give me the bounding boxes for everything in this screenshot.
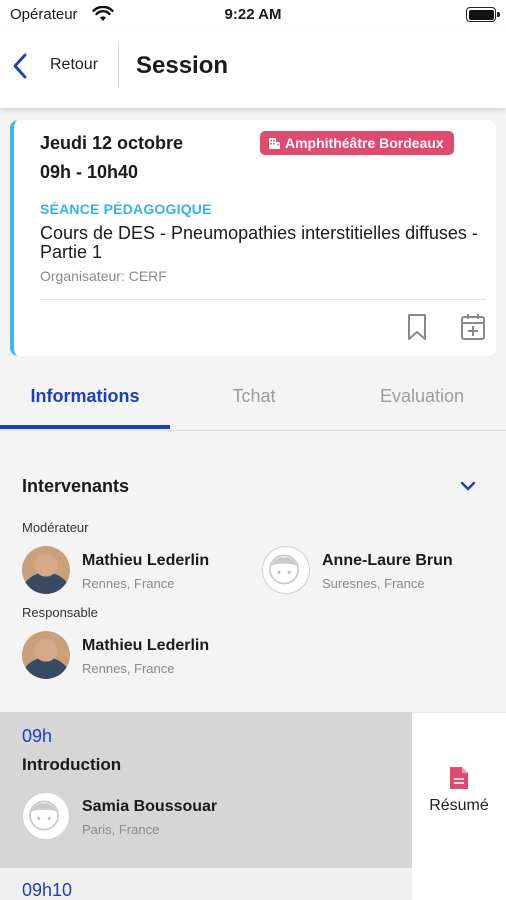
summary-label: Résumé — [429, 797, 489, 814]
clock: 9:22 AM — [224, 6, 282, 23]
add-to-calendar-icon[interactable] — [460, 312, 486, 342]
default-avatar-icon — [22, 792, 70, 840]
location-badge: Amphithéâtre Bordeaux — [260, 131, 454, 155]
program-time: 09h10 — [22, 880, 73, 900]
back-chevron-icon[interactable] — [10, 52, 30, 80]
program-item: 09h Introduction Samia Boussouar Paris, … — [0, 712, 506, 868]
speaker-name: Mathieu Lederlin — [82, 552, 210, 569]
active-tab-indicator — [0, 425, 170, 429]
tab-bar-border — [0, 430, 506, 431]
session-title: Cours de DES - Pneumopathies interstitie… — [40, 223, 478, 262]
speaker-location: Rennes, France — [82, 661, 175, 676]
avatar — [22, 631, 70, 679]
session-card: Jeudi 12 octobre 09h - 10h40 Amphithéâtr… — [10, 120, 496, 356]
session-type: SÉANCE PÉDAGOGIQUE — [40, 201, 212, 217]
session-time: 09h - 10h40 — [40, 162, 139, 182]
status-bar: Opérateur 9:22 AM — [0, 0, 506, 30]
speaker-location: Rennes, France — [82, 576, 175, 591]
speaker-location: Paris, France — [82, 822, 160, 837]
battery-icon — [466, 7, 500, 22]
navigation-bar: Retour Session — [0, 30, 506, 108]
responsible-label: Responsable — [22, 605, 98, 620]
tab-bar: Informations Tchat Evaluation — [0, 368, 506, 432]
tab-informations[interactable]: Informations — [0, 386, 170, 407]
speaker-card[interactable]: Samia Boussouar Paris, France — [22, 792, 402, 842]
page-title: Session — [136, 52, 229, 79]
program-item-side — [412, 868, 506, 900]
speaker-card[interactable]: Mathieu Lederlin Rennes, France — [22, 546, 252, 596]
building-icon — [269, 138, 280, 149]
tab-tchat[interactable]: Tchat — [170, 386, 338, 407]
speaker-location: Suresnes, France — [322, 576, 425, 591]
program-title: Introduction — [22, 755, 122, 774]
program-item: 09h10 — [0, 868, 506, 900]
speakers-section-title: Intervenants — [22, 476, 130, 496]
chevron-down-icon[interactable] — [458, 478, 478, 494]
summary-button[interactable]: Résumé — [412, 712, 506, 868]
back-button[interactable]: Retour — [50, 56, 98, 74]
document-icon — [450, 767, 468, 789]
speaker-card[interactable]: Mathieu Lederlin Rennes, France — [22, 631, 252, 681]
avatar — [22, 546, 70, 594]
nav-divider — [118, 42, 119, 88]
tab-evaluation[interactable]: Evaluation — [338, 386, 506, 407]
speaker-name: Anne-Laure Brun — [322, 552, 453, 569]
program-item-main[interactable]: 09h10 — [0, 868, 412, 900]
moderator-label: Modérateur — [22, 520, 89, 535]
speaker-card[interactable]: Anne-Laure Brun Suresnes, France — [262, 546, 492, 596]
card-divider — [40, 299, 486, 300]
session-date: Jeudi 12 octobre — [40, 133, 184, 153]
program-item-main[interactable]: 09h Introduction Samia Boussouar Paris, … — [0, 712, 412, 868]
session-organizer: Organisateur: CERF — [40, 268, 167, 284]
location-label: Amphithéâtre Bordeaux — [285, 135, 444, 151]
speaker-name: Mathieu Lederlin — [82, 637, 210, 654]
default-avatar-icon — [262, 546, 310, 594]
bookmark-icon[interactable] — [406, 312, 428, 342]
speaker-name: Samia Boussouar — [82, 798, 218, 815]
program-time: 09h — [22, 726, 53, 746]
